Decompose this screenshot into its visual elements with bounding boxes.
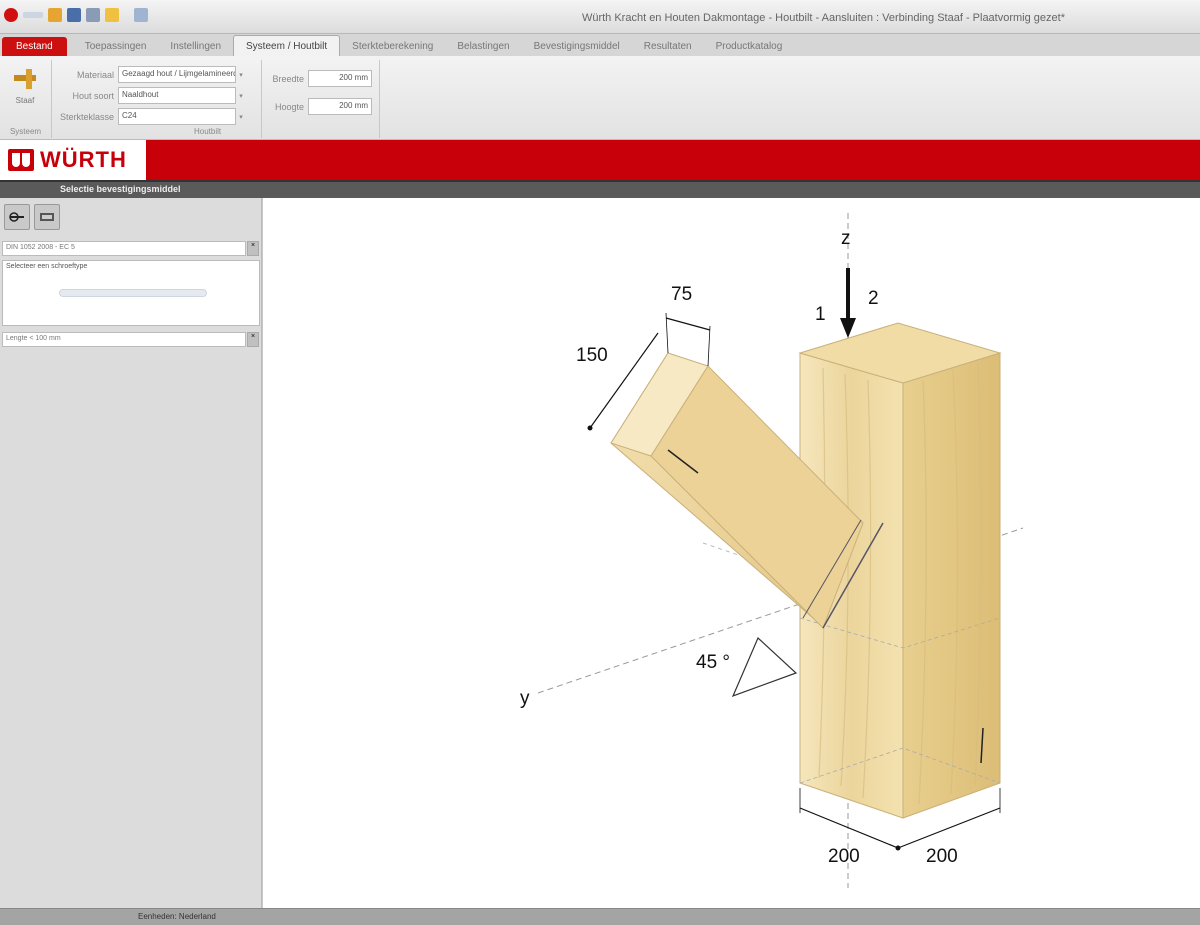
minimize-icon[interactable]	[23, 12, 43, 18]
dim-line-200-left	[799, 807, 899, 849]
window-title: Würth Kracht en Houten Dakmontage - Hout…	[581, 12, 1065, 24]
tab-system[interactable]: Systeem / Houtbilt	[233, 35, 341, 56]
folder-icon[interactable]	[105, 8, 119, 22]
section-header-bar: Selectie bevestigingsmiddel	[0, 180, 1200, 198]
dimension-200-right: 200	[926, 846, 958, 867]
system-button[interactable]: Staaf	[6, 66, 44, 116]
brand-bar: WÜRTH	[0, 140, 1200, 180]
strength-class-row: Sterkteklasse C24 ▾	[58, 108, 246, 125]
angle-indicator	[731, 636, 798, 698]
status-bar: Eenheden: Nederland	[0, 908, 1200, 925]
tab-settings[interactable]: Instellingen	[158, 37, 233, 56]
height-input[interactable]: 200 mm	[308, 98, 372, 115]
screw-tool-button[interactable]	[4, 204, 30, 230]
ribbon-group-system: Staaf Systeem	[0, 60, 52, 138]
dimension-200-left: 200	[828, 846, 860, 867]
ribbon-tabs: Bestand Toepassingen Instellingen Systee…	[0, 34, 1200, 56]
brand-name: WÜRTH	[40, 147, 127, 172]
angle-45: 45 °	[696, 652, 731, 673]
left-panel-toolbar	[4, 204, 60, 230]
width-label: Breedte	[272, 73, 304, 84]
length-filter-clear-icon[interactable]: ×	[247, 332, 259, 347]
dim-line-150-end	[587, 425, 593, 431]
quick-access-toolbar	[4, 8, 148, 22]
standard-filter-dropdown-icon[interactable]: ×	[247, 241, 259, 256]
column-side-face	[902, 352, 1001, 819]
height-row: Hoogte 200 mm	[248, 98, 372, 115]
open-icon[interactable]	[48, 8, 62, 22]
ribbon-panel: Staaf Systeem Materiaal Gezaagd hout / L…	[0, 56, 1200, 140]
y-axis-label: y	[520, 688, 530, 709]
wood-type-label: Hout soort	[72, 90, 114, 101]
ribbon-group-label-system: Systeem	[9, 127, 42, 136]
fastener-list-hint: Selecteer een schroeftype	[6, 263, 88, 270]
wood-type-row: Hout soort Naaldhout ▾	[58, 87, 246, 104]
save-icon[interactable]	[67, 8, 81, 22]
strength-class-dropdown-icon[interactable]: ▾	[236, 108, 246, 125]
left-panel: DIN 1052 2008 - EC 5 × Selecteer een sch…	[0, 198, 262, 908]
section-header-title: Selectie bevestigingsmiddel	[60, 184, 181, 194]
app-menu-icon[interactable]	[4, 8, 18, 22]
fastener-list[interactable]: Selecteer een schroeftype	[2, 260, 260, 326]
tab-file[interactable]: Bestand	[2, 37, 67, 56]
wurth-logo: WÜRTH	[0, 140, 146, 180]
material-select[interactable]: Gezaagd hout / Lijmgelamineerd hout	[118, 66, 236, 83]
tools-icon[interactable]	[134, 8, 148, 22]
dimension-150: 150	[576, 345, 608, 366]
z-axis-label: z	[841, 228, 851, 249]
title-bar: Würth Kracht en Houten Dakmontage - Hout…	[0, 0, 1200, 34]
wood-type-dropdown-icon[interactable]: ▾	[236, 87, 246, 104]
status-text: Eenheden: Nederland	[138, 912, 216, 921]
length-filter-input[interactable]: Lengte < 100 mm	[2, 332, 246, 347]
joint-drawing	[537, 213, 1024, 888]
dim-line-75-ext-right	[707, 325, 711, 367]
drawing-canvas[interactable]: z y 1 2 75 150 45 ° 200 200	[263, 198, 1200, 908]
tab-results[interactable]: Resultaten	[632, 37, 704, 56]
beam-icon	[14, 69, 36, 89]
ribbon-group-dimensions: Breedte 200 mm Hoogte 200 mm	[262, 60, 380, 138]
application-window: Würth Kracht en Houten Dakmontage - Hout…	[0, 0, 1200, 925]
tab-fastener[interactable]: Bevestigingsmiddel	[522, 37, 632, 56]
dim-line-75	[665, 317, 711, 331]
screw-icon	[9, 212, 24, 222]
force-label-1: 1	[815, 304, 826, 325]
material-dropdown-icon[interactable]: ▾	[236, 66, 246, 83]
load-arrow-head	[840, 318, 856, 338]
force-label-2: 2	[868, 288, 879, 309]
dimension-75: 75	[671, 284, 693, 305]
material-row: Materiaal Gezaagd hout / Lijmgelamineerd…	[58, 66, 246, 83]
system-button-label: Staaf	[15, 96, 35, 105]
height-label: Hoogte	[274, 101, 304, 112]
ribbon-group-label-wood: Houtbilt	[194, 127, 222, 136]
tab-applications[interactable]: Toepassingen	[73, 37, 159, 56]
tab-catalog[interactable]: Productkatalog	[704, 37, 795, 56]
plate-tool-button[interactable]	[34, 204, 60, 230]
width-row: Breedte 200 mm	[248, 70, 372, 87]
dim-200-mid-point	[895, 845, 901, 851]
strength-class-select[interactable]: C24	[118, 108, 236, 125]
ribbon-group-wood: Materiaal Gezaagd hout / Lijmgelamineerd…	[54, 60, 262, 138]
wurth-logo-icon	[8, 149, 34, 171]
loading-progress-bar	[59, 289, 207, 297]
strength-class-label: Sterkteklasse	[59, 111, 114, 122]
plate-icon	[40, 213, 54, 221]
standard-filter-input[interactable]: DIN 1052 2008 - EC 5	[2, 241, 246, 256]
material-label: Materiaal	[76, 69, 114, 80]
tab-loads[interactable]: Belastingen	[445, 37, 521, 56]
width-input[interactable]: 200 mm	[308, 70, 372, 87]
tab-strength[interactable]: Sterkteberekening	[340, 37, 445, 56]
wood-type-select[interactable]: Naaldhout	[118, 87, 236, 104]
print-icon[interactable]	[86, 8, 100, 22]
